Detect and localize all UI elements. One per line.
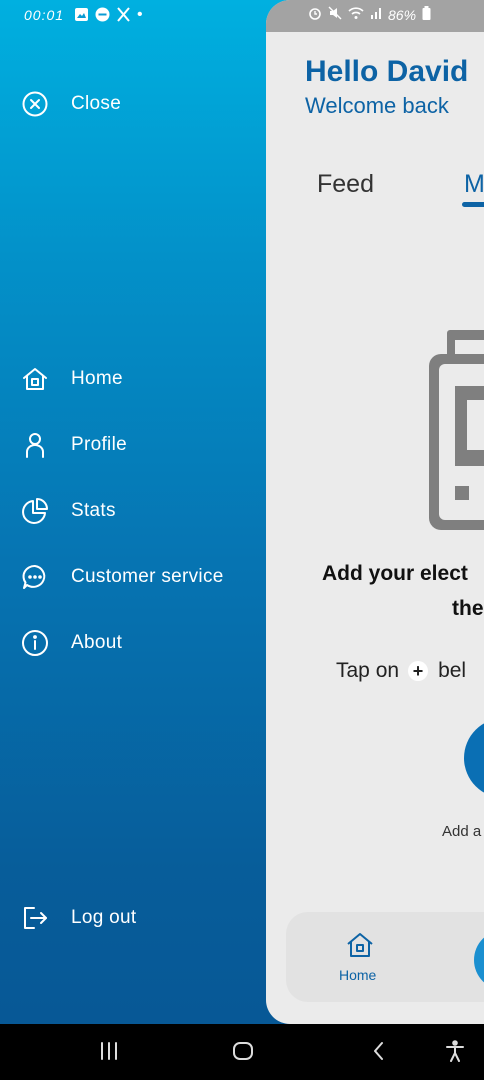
recent-apps-icon[interactable] — [98, 1040, 120, 1067]
info-icon — [20, 628, 50, 658]
accessibility-icon[interactable] — [444, 1040, 466, 1067]
drawer-item-label: About — [71, 632, 123, 653]
logout-label: Log out — [71, 907, 137, 928]
bottom-navigation: Home — [286, 912, 484, 1002]
gallery-icon — [74, 7, 89, 22]
drawer-item-stats[interactable]: Stats — [20, 496, 116, 526]
drawer-item-about[interactable]: About — [20, 628, 122, 658]
greeting-title: Hello David — [305, 55, 469, 88]
home-button-icon[interactable] — [232, 1040, 254, 1067]
chat-bubble-icon — [20, 562, 50, 592]
logout-icon — [20, 903, 50, 933]
do-not-disturb-icon — [95, 7, 110, 22]
drawer-item-profile[interactable]: Profile — [20, 430, 127, 460]
drawer-item-label: Home — [71, 368, 123, 389]
home-icon[interactable] — [345, 930, 375, 960]
drawer-item-customer-service[interactable]: Customer service — [20, 562, 224, 592]
wifi-icon — [348, 6, 364, 23]
hint-prefix: Tap on — [336, 659, 400, 682]
x-icon — [116, 7, 131, 22]
mute-icon — [328, 6, 342, 23]
dot-icon: • — [137, 6, 143, 23]
battery-level: 86% — [388, 6, 417, 23]
battery-icon — [422, 6, 431, 23]
device-illustration-icon — [429, 330, 484, 535]
close-button[interactable]: Close — [20, 89, 121, 119]
system-navigation-bar — [0, 1024, 484, 1080]
bottom-nav-add-button[interactable] — [474, 930, 484, 990]
add-device-label: Add a — [442, 823, 482, 840]
main-panel[interactable]: 86% Hello David Welcome back Feed M Add … — [266, 0, 484, 1024]
greeting-subtitle: Welcome back — [305, 93, 449, 118]
tab-active-indicator — [462, 202, 484, 207]
drawer-item-home[interactable]: Home — [20, 364, 123, 394]
status-time: 00:01 — [24, 7, 65, 23]
panel-status-bar: 86% — [266, 0, 484, 32]
empty-state-title: Add your elect — [322, 562, 468, 585]
home-icon — [20, 364, 50, 394]
empty-state-hint: Tap on + bel — [336, 659, 466, 683]
tab-feed[interactable]: Feed — [317, 170, 374, 199]
bottom-nav-home-label[interactable]: Home — [339, 967, 376, 983]
logout-button[interactable]: Log out — [20, 903, 137, 933]
close-label: Close — [71, 93, 122, 114]
drawer-item-label: Profile — [71, 434, 127, 455]
empty-state-title-line2: the — [452, 597, 484, 620]
back-icon[interactable] — [368, 1040, 390, 1067]
plus-icon: + — [408, 661, 429, 681]
close-icon — [20, 89, 50, 119]
pie-chart-icon — [20, 496, 50, 526]
tab-my-devices[interactable]: M — [464, 170, 484, 199]
signal-icon — [370, 6, 382, 23]
add-device-button[interactable] — [464, 718, 484, 798]
person-icon — [20, 430, 50, 460]
hint-suffix: bel — [438, 659, 467, 682]
drawer-item-label: Stats — [71, 500, 116, 521]
drawer-item-label: Customer service — [71, 566, 224, 587]
alarm-icon — [308, 6, 322, 23]
